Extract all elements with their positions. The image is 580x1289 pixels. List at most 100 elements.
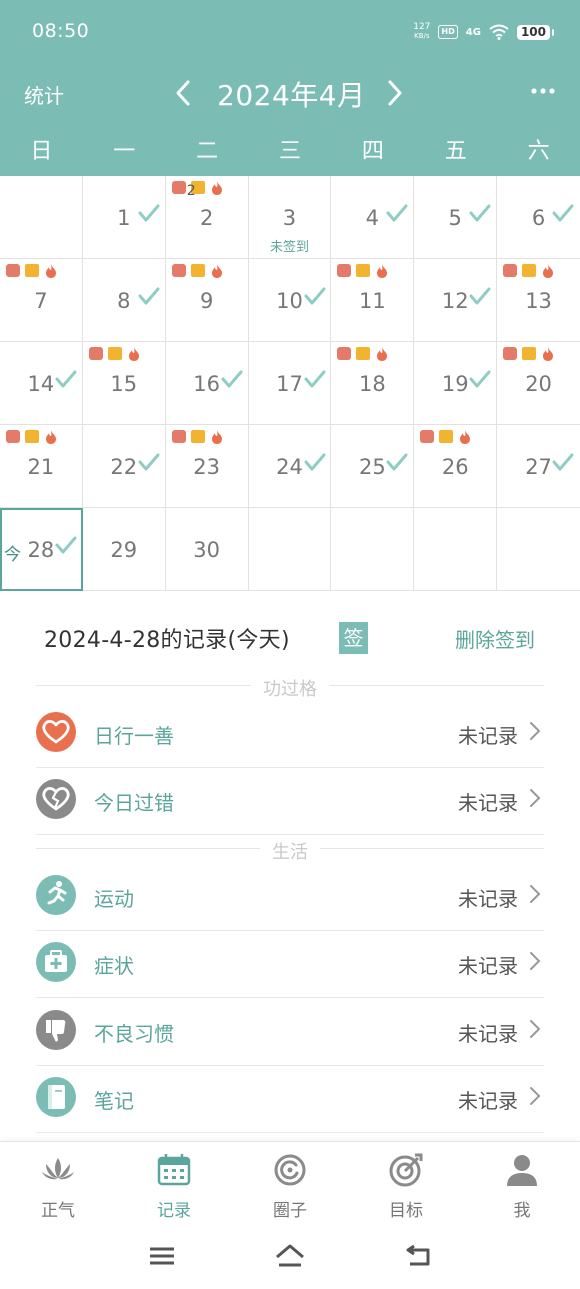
calendar-day-15[interactable]: 15 [82,342,166,425]
section-divider-merit: 功过格 [36,675,544,701]
calendar-day-17[interactable]: 17 [248,342,332,425]
chevron-left-icon[interactable] [172,78,194,108]
calendar-day-6[interactable]: 6 [497,176,580,259]
menu-icon[interactable] [145,1241,179,1271]
day-number: 23 [193,455,220,479]
tab-me[interactable]: 我 [464,1142,580,1229]
calendar-day-4[interactable]: 4 [331,176,415,259]
flame-icon [377,264,388,278]
calendar-day-11[interactable]: 11 [331,259,415,342]
person-icon [507,1155,537,1186]
calendar-day-26[interactable]: 26 [414,425,498,508]
back-icon[interactable] [402,1241,436,1271]
tab-label: 我 [513,1201,531,1221]
calendar-day-12[interactable]: 12 [414,259,498,342]
calendar-day-3[interactable]: 3 未签到 [248,176,332,259]
calendar-day-2[interactable]: 22 [165,176,249,259]
tab-label: 正气 [41,1201,75,1221]
calendar-day-10[interactable]: 10 [248,259,332,342]
record-row-5[interactable]: 笔记 未记录 [36,1065,544,1133]
calendar-day-13[interactable]: 13 [497,259,580,342]
stats-button[interactable]: 统计 [24,80,64,109]
screen-mark-icon [439,430,454,443]
checkmark-icon [138,453,160,471]
unsigned-label: 未签到 [269,240,309,255]
day-record-marks [337,264,389,278]
status-icons: 127 KB/s HD 4G 100 [413,20,555,44]
calendar-empty-cell [0,176,83,259]
tab-goal[interactable]: 目标 [348,1142,464,1229]
flame-icon [543,347,554,361]
day-record-marks [88,347,141,361]
record-row-3[interactable]: 症状 未记录 [36,930,544,998]
row-status: 未记录 [458,954,518,978]
calendar-day-9[interactable]: 9 [165,259,249,342]
weekday-tue: 二 [196,139,219,164]
delete-sign-button[interactable]: 删除签到 [455,624,535,653]
day-record-marks [171,264,224,278]
calendar-day-23[interactable]: 23 [165,425,249,508]
day-record-marks [420,430,472,444]
thumbs-down-icon [36,1010,76,1050]
row-label: 日行一善 [94,724,174,748]
record-mark-icon [337,347,352,360]
record-mark-icon [337,264,352,277]
home-icon[interactable] [273,1241,307,1271]
calendar-day-27[interactable]: 27 [497,425,580,508]
screen-mark-icon [356,347,371,360]
row-label: 今日过错 [94,791,174,815]
mark-count: 2 [186,183,196,199]
day-number: 11 [358,289,386,313]
checkmark-icon [304,287,326,305]
calendar-day-7[interactable]: 7 [0,259,83,342]
calendar-day-24[interactable]: 24 [248,425,332,508]
day-number: 18 [358,372,386,396]
day-number: 26 [441,455,469,479]
broken-heart-icon [36,779,76,819]
flame-icon [211,181,222,195]
day-record-marks [171,430,224,444]
month-nav: 统计 2024年4月 [0,62,580,122]
tab-label: 目标 [389,1201,423,1221]
checkmark-icon [386,204,408,222]
calendar-day-14[interactable]: 14 [0,342,83,425]
record-mark-icon [6,264,20,277]
calendar-day-28[interactable]: 28 今 [0,508,83,591]
checkmark-icon [469,370,491,388]
checkmark-icon [221,370,243,388]
calendar-day-5[interactable]: 5 [414,176,498,259]
calendar-day-21[interactable]: 21 [0,425,83,508]
calendar-day-30[interactable]: 30 [165,508,249,591]
calendar-day-16[interactable]: 16 [165,342,249,425]
calendar-day-20[interactable]: 20 [497,342,580,425]
flame-icon [377,347,388,361]
weekday-thu: 四 [361,139,384,164]
record-row-4[interactable]: 不良习惯 未记录 [36,998,544,1066]
calendar-day-22[interactable]: 22 [82,425,166,508]
calendar-day-8[interactable]: 8 [82,259,166,342]
checkmark-icon [552,204,574,222]
calendar-day-19[interactable]: 19 [414,342,498,425]
tab-zhengqi[interactable]: 正气 [0,1142,116,1229]
screen-mark-icon [25,430,39,443]
checkmark-icon [55,536,77,554]
record-row-2[interactable]: 运动 未记录 [36,863,544,931]
record-row-1[interactable]: 今日过错 未记录 [36,767,544,835]
calendar-day-18[interactable]: 18 [331,342,415,425]
tab-record[interactable]: 记录 [116,1142,232,1229]
tab-circle[interactable]: 圈子 [232,1142,348,1229]
net-speed: 127 KB/s [413,23,430,41]
more-dots-icon[interactable] [530,76,556,106]
day-number: 21 [27,455,55,479]
heart-icon [36,712,76,752]
bottom-tab-bar: 正气 记录 圈子 目标 我 [0,1141,580,1229]
day-record-marks [503,264,555,278]
record-row-0[interactable]: 日行一善 未记录 [36,700,544,768]
calendar-day-29[interactable]: 29 [82,508,166,591]
row-status: 未记录 [458,724,518,748]
calendar-day-25[interactable]: 25 [331,425,415,508]
calendar-day-1[interactable]: 1 [82,176,166,259]
chevron-right-icon[interactable] [384,78,406,108]
record-mark-icon [503,264,518,277]
month-title: 2024年4月 [217,79,366,112]
